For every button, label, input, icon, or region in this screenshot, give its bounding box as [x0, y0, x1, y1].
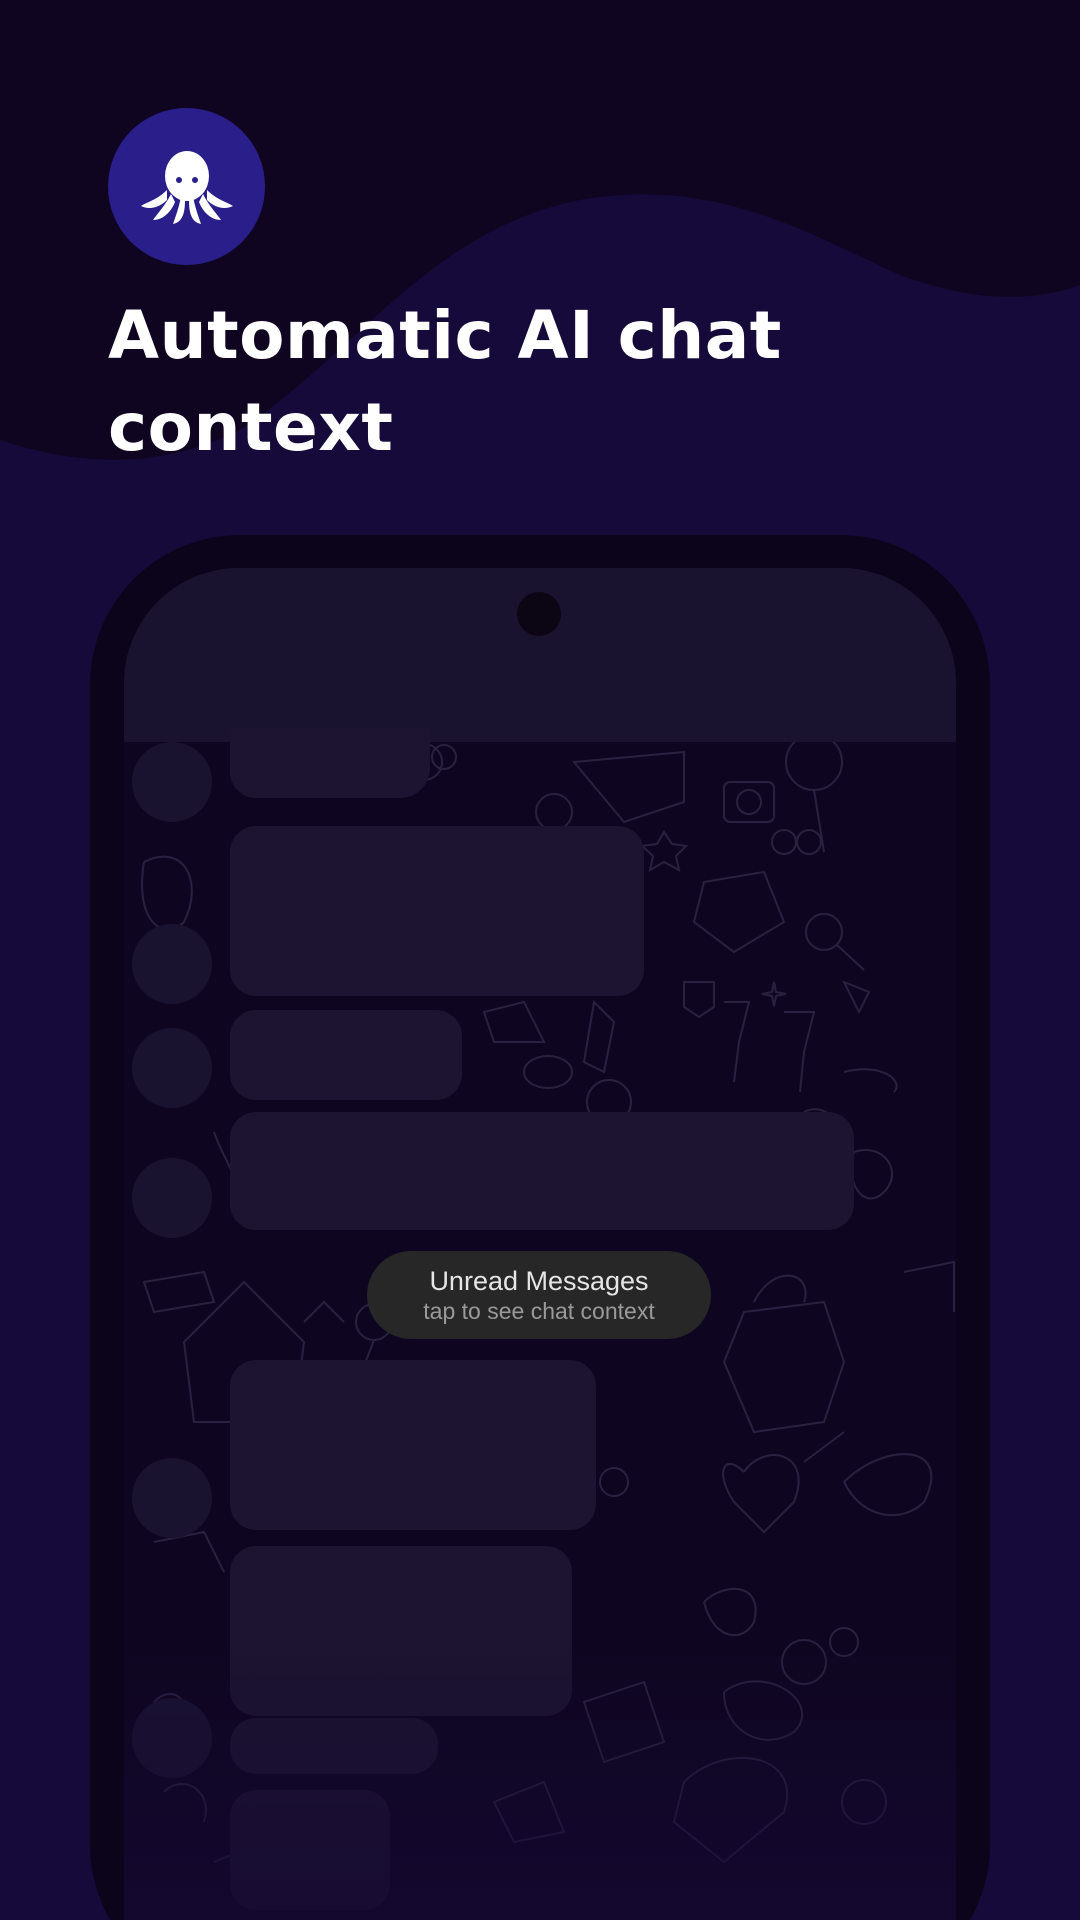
bottom-fade [124, 1628, 956, 1920]
unread-messages-title: Unread Messages [429, 1266, 649, 1296]
app-logo [108, 108, 265, 265]
avatar [132, 742, 212, 822]
avatar [132, 1028, 212, 1108]
octopus-icon [140, 150, 233, 224]
headline-line-1: Automatic AI chat [108, 297, 782, 374]
message-bubble [230, 728, 430, 798]
headline-line-2: context [108, 389, 394, 466]
unread-messages-pill[interactable]: Unread Messages tap to see chat context [367, 1251, 711, 1339]
message-bubble [230, 826, 644, 996]
status-bar [124, 568, 956, 742]
message-bubble [230, 1010, 462, 1100]
message-bubble [230, 1360, 596, 1530]
avatar [132, 1158, 212, 1238]
phone-screen: Unread Messages tap to see chat context [124, 568, 956, 1920]
camera-cutout [517, 592, 561, 636]
unread-messages-subtitle: tap to see chat context [423, 1298, 655, 1324]
page-title: Automatic AI chat context [108, 290, 828, 474]
avatar [132, 924, 212, 1004]
avatar [132, 1458, 212, 1538]
message-bubble [230, 1112, 854, 1230]
